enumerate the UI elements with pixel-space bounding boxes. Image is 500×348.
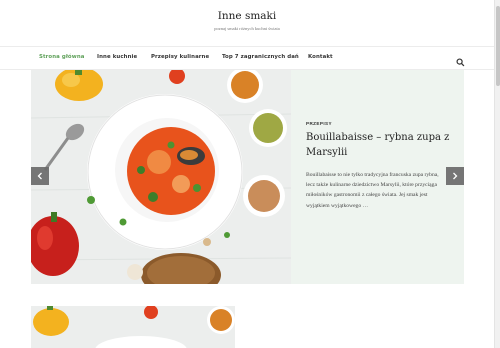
nav-item-home[interactable]: Strona główna bbox=[39, 54, 85, 60]
scrollbar-thumb[interactable] bbox=[496, 6, 500, 86]
nav-item-recipes[interactable]: Przepisy kulinarne bbox=[151, 54, 209, 60]
slider-next-button[interactable] bbox=[446, 167, 464, 185]
nav-item-other-cuisines[interactable]: Inne kuchnie bbox=[97, 54, 137, 60]
slide-content-panel: PRZEPISY Bouillabaisse – rybna zupa z Ma… bbox=[291, 70, 464, 284]
slide-title[interactable]: Bouillabaisse – rybna zupa z Marsylii bbox=[306, 131, 456, 160]
nav-item-contact[interactable]: Kontakt bbox=[308, 54, 333, 60]
site-header: Inne smaki poznaj smaki różnych kuchni ś… bbox=[0, 0, 494, 46]
page-scrollbar[interactable] bbox=[494, 0, 500, 348]
featured-slider: PRZEPISY Bouillabaisse – rybna zupa z Ma… bbox=[31, 70, 464, 284]
chevron-left-icon bbox=[37, 172, 42, 180]
slider-prev-button[interactable] bbox=[31, 167, 49, 185]
slide-excerpt: Bouillabaisse to nie tylko tradycyjna fr… bbox=[306, 172, 439, 209]
post-thumbnail[interactable] bbox=[31, 306, 235, 348]
nav-item-top-7[interactable]: Top 7 zagranicznych dań bbox=[222, 54, 299, 60]
main-navigation: Strona główna Inne kuchnie Przepisy kuli… bbox=[0, 46, 494, 70]
chevron-right-icon bbox=[453, 172, 458, 180]
site-title[interactable]: Inne smaki bbox=[0, 10, 494, 22]
site-tagline: poznaj smaki różnych kuchni świata bbox=[214, 26, 280, 31]
slide-image-soup[interactable] bbox=[31, 70, 291, 284]
slide-category[interactable]: PRZEPISY bbox=[306, 121, 332, 126]
search-icon[interactable] bbox=[456, 54, 465, 67]
